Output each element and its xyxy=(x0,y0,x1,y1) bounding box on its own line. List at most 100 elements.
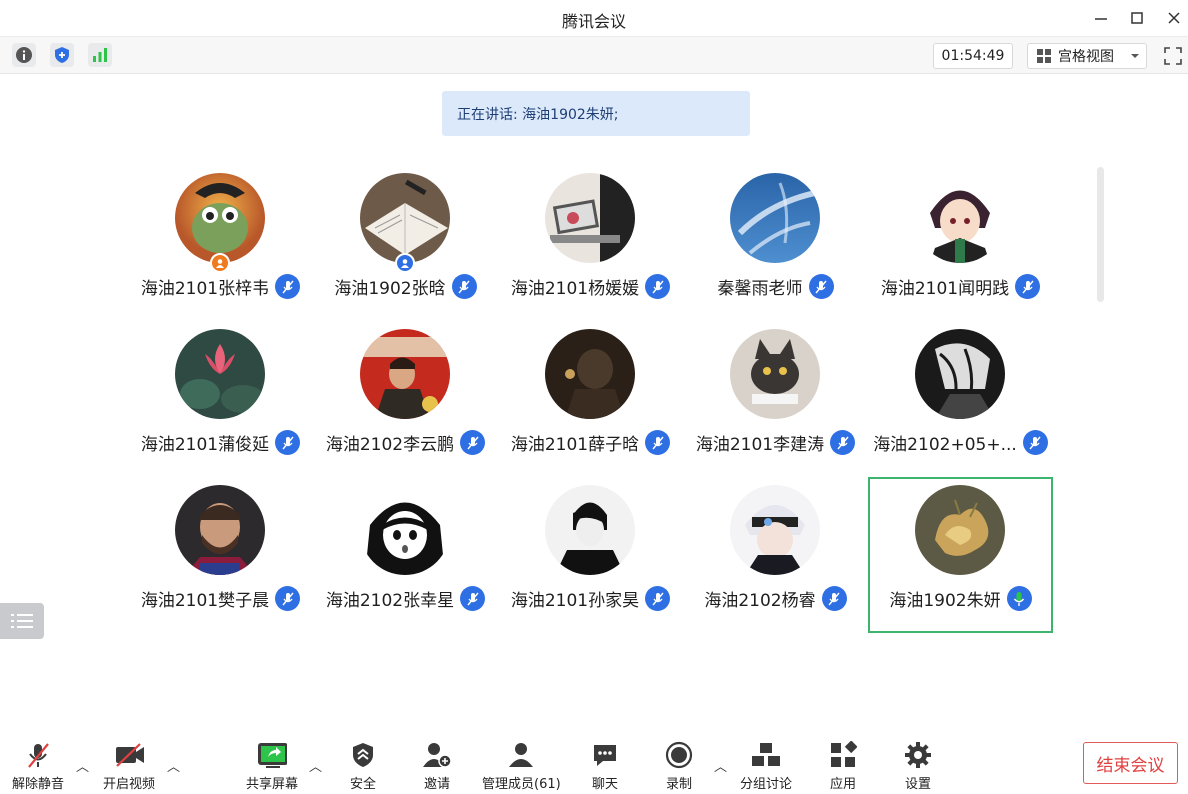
mic-muted-icon xyxy=(275,586,301,611)
breakout-label: 分组讨论 xyxy=(740,777,793,792)
participant-tile[interactable]: 海油2101蒲俊延 xyxy=(128,321,313,477)
avatar xyxy=(360,329,450,419)
audio-options-caret-icon[interactable]: ︿ xyxy=(76,756,89,775)
participant-name-row: 海油2101樊子晨 xyxy=(128,586,313,611)
settings-button[interactable]: 设置 xyxy=(903,740,933,794)
video-options-caret-icon[interactable]: ︿ xyxy=(167,756,180,775)
participant-tile[interactable]: 海油2102+05+... xyxy=(868,321,1053,477)
start-video-label: 开启视频 xyxy=(103,777,156,792)
participant-tile[interactable]: 海油2102李云鹏 xyxy=(313,321,498,477)
participant-name: 海油2101李建涛 xyxy=(695,435,825,455)
end-meeting-button[interactable]: 结束会议 xyxy=(1083,742,1178,784)
manage-members-button[interactable]: 管理成员(61) xyxy=(482,740,561,794)
maximize-icon xyxy=(1131,12,1143,24)
avatar xyxy=(545,173,635,263)
avatar xyxy=(730,329,820,419)
avatar xyxy=(360,173,450,263)
mic-muted-icon xyxy=(460,586,486,611)
participant-tile[interactable]: 海油2102杨睿 xyxy=(683,477,868,633)
avatar xyxy=(730,485,820,575)
participant-name-row: 秦馨雨老师 xyxy=(683,274,868,299)
top-toolbar: 01:54:49 宫格视图 xyxy=(0,36,1188,74)
mic-muted-icon xyxy=(645,430,671,455)
chat-label: 聊天 xyxy=(591,777,618,792)
apps-button[interactable]: 应用 xyxy=(828,740,858,794)
participant-tile[interactable]: 海油2101闻明践 xyxy=(868,165,1053,321)
participant-tile[interactable]: 海油1902张晗 xyxy=(313,165,498,321)
host-badge-icon xyxy=(210,253,230,273)
mic-speaking-icon xyxy=(1006,586,1032,611)
avatar xyxy=(360,485,450,575)
view-mode-dropdown[interactable]: 宫格视图 xyxy=(1027,43,1147,69)
members-icon xyxy=(506,740,536,770)
avatar xyxy=(175,485,265,575)
unmute-label: 解除静音 xyxy=(12,777,65,792)
list-icon xyxy=(11,614,33,628)
participant-tile[interactable]: 海油2101孙家昊 xyxy=(498,477,683,633)
security-button[interactable]: 安全 xyxy=(348,740,378,794)
chat-button[interactable]: 聊天 xyxy=(590,740,620,794)
maximize-button[interactable] xyxy=(1125,6,1149,30)
grid-view-icon xyxy=(1037,49,1051,63)
security-label: 安全 xyxy=(349,777,376,792)
participant-name-row: 海油2101杨媛媛 xyxy=(498,274,683,299)
participant-tile[interactable]: 海油2101李建涛 xyxy=(683,321,868,477)
chat-icon xyxy=(590,740,620,770)
window-title: 腾讯会议 xyxy=(561,12,626,31)
fullscreen-icon xyxy=(1164,47,1182,65)
invite-button[interactable]: 邀请 xyxy=(422,740,452,794)
mic-muted-icon xyxy=(821,586,847,611)
participant-name-row: 海油2101张梓韦 xyxy=(128,274,313,299)
participant-name: 海油2102+05+... xyxy=(873,435,1017,455)
participant-tile-active-speaker[interactable]: 海油1902朱妍 xyxy=(868,477,1053,633)
info-button[interactable] xyxy=(12,43,36,67)
video-off-icon xyxy=(114,740,144,770)
grid-scrollbar[interactable] xyxy=(1097,167,1104,302)
participant-tile[interactable]: 海油2101樊子晨 xyxy=(128,477,313,633)
participant-name-row: 海油2102张幸星 xyxy=(313,586,498,611)
record-button[interactable]: 录制 xyxy=(664,740,694,794)
participant-name: 海油2101蒲俊延 xyxy=(140,435,270,455)
record-icon xyxy=(664,740,694,770)
mic-muted-icon xyxy=(1015,274,1041,299)
participant-name-row: 海油2101李建涛 xyxy=(683,430,868,455)
bottom-control-bar: 解除静音 ︿ 开启视频 ︿ 共享屏幕 ︿ 安全 邀请 管理成员(61) 聊天 录… xyxy=(0,730,1188,792)
participant-tile[interactable]: 海油2101张梓韦 xyxy=(128,165,313,321)
share-options-caret-icon[interactable]: ︿ xyxy=(309,756,322,775)
participant-tile[interactable]: 海油2101杨媛媛 xyxy=(498,165,683,321)
participant-tile[interactable]: 海油2101薛子晗 xyxy=(498,321,683,477)
side-list-toggle[interactable] xyxy=(0,603,44,639)
minimize-button[interactable] xyxy=(1089,6,1113,30)
apps-label: 应用 xyxy=(829,777,856,792)
shield-icon xyxy=(55,47,69,63)
participant-name: 海油2101闻明践 xyxy=(880,279,1010,299)
manage-members-label: 管理成员(61) xyxy=(482,777,561,792)
mic-muted-icon xyxy=(451,274,477,299)
breakout-rooms-button[interactable]: 分组讨论 xyxy=(740,740,792,794)
record-options-caret-icon[interactable]: ︿ xyxy=(714,756,727,775)
unmute-button[interactable]: 解除静音 xyxy=(12,740,64,794)
breakout-icon xyxy=(751,740,781,770)
add-user-icon xyxy=(422,740,452,770)
mic-muted-icon xyxy=(275,430,301,455)
mic-muted-icon xyxy=(645,274,671,299)
participant-name-row: 海油2102李云鹏 xyxy=(313,430,498,455)
participant-tile[interactable]: 海油2102张幸星 xyxy=(313,477,498,633)
share-screen-button[interactable]: 共享屏幕 xyxy=(246,740,298,794)
participant-name-row: 海油2101孙家昊 xyxy=(498,586,683,611)
security-shield-button[interactable] xyxy=(50,43,74,67)
participant-name-row: 海油2101闻明践 xyxy=(868,274,1053,299)
avatar xyxy=(175,329,265,419)
network-signal-button[interactable] xyxy=(88,43,112,67)
participant-tile[interactable]: 秦馨雨老师 xyxy=(683,165,868,321)
participant-name: 海油2102杨睿 xyxy=(704,591,816,611)
fullscreen-button[interactable] xyxy=(1160,43,1186,69)
participant-name: 海油2101薛子晗 xyxy=(510,435,640,455)
start-video-button[interactable]: 开启视频 xyxy=(103,740,155,794)
view-mode-label: 宫格视图 xyxy=(1058,49,1114,65)
participant-name-row: 海油2101蒲俊延 xyxy=(128,430,313,455)
close-icon xyxy=(1168,12,1180,24)
cohost-badge-icon xyxy=(395,253,415,273)
close-button[interactable] xyxy=(1162,6,1186,30)
participant-name-row: 海油2102杨睿 xyxy=(683,586,868,611)
